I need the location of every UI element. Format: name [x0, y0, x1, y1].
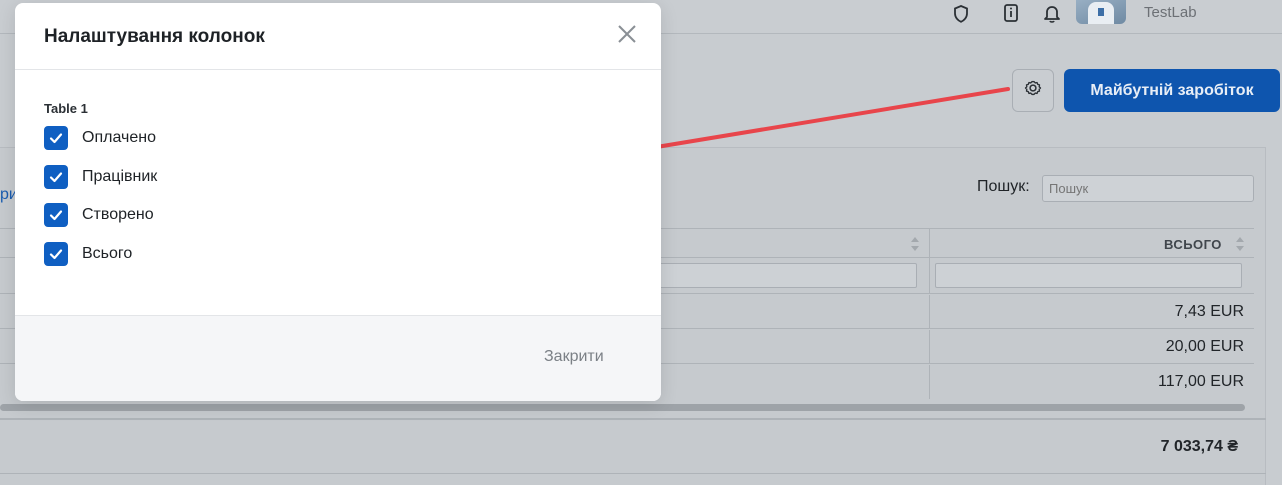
sort-icon[interactable] — [910, 236, 920, 252]
check-icon — [49, 210, 63, 221]
column-settings-button[interactable] — [1012, 69, 1054, 112]
close-button[interactable]: Закрити — [544, 348, 604, 366]
checkbox-checked[interactable] — [44, 165, 68, 189]
column-divider — [929, 365, 930, 399]
column-divider — [929, 295, 930, 328]
bell-icon[interactable] — [1035, 0, 1069, 28]
avatar[interactable] — [1076, 0, 1126, 24]
gear-icon — [1023, 78, 1043, 103]
check-icon — [49, 172, 63, 183]
column-divider — [929, 258, 930, 293]
shield-icon[interactable] — [944, 0, 978, 28]
check-icon — [49, 249, 63, 260]
total-cell: 117,00 EUR — [1158, 373, 1244, 390]
total-cell: 20,00 EUR — [1165, 338, 1244, 355]
column-divider — [929, 229, 930, 257]
check-icon — [49, 133, 63, 144]
checkbox-checked[interactable] — [44, 242, 68, 266]
column-option-paid[interactable]: Оплачено — [44, 126, 156, 150]
modal-footer: Закрити — [15, 315, 661, 401]
modal-close-button[interactable] — [615, 24, 639, 48]
column-settings-modal: Налаштування колонок Table 1 Оплачено Пр… — [15, 3, 661, 401]
search-label: Пошук: — [977, 178, 1030, 195]
total-filter-input[interactable] — [935, 263, 1242, 288]
search-input[interactable] — [1042, 175, 1254, 202]
horizontal-scrollbar[interactable] — [0, 404, 1245, 411]
column-option-label: Оплачено — [82, 129, 156, 146]
modal-title: Налаштування колонок — [44, 26, 265, 47]
modal-header: Налаштування колонок — [15, 3, 661, 70]
column-option-worker[interactable]: Працівник — [44, 165, 157, 189]
user-name[interactable]: TestLab — [1144, 4, 1197, 21]
checkbox-checked[interactable] — [44, 126, 68, 150]
future-earnings-button[interactable]: Майбутній заробіток — [1064, 69, 1280, 112]
total-cell: 7,43 EUR — [1174, 303, 1244, 320]
sort-icon[interactable] — [1235, 236, 1245, 252]
table-group-label: Table 1 — [44, 101, 88, 116]
column-option-label: Всього — [82, 245, 133, 262]
column-divider — [929, 330, 930, 363]
close-icon — [617, 24, 637, 49]
table-footer-row: 7 033,74 ₴ — [0, 418, 1266, 474]
modal-body: Table 1 Оплачено Працівник Створено Всьо… — [15, 70, 661, 315]
column-option-created[interactable]: Створено — [44, 203, 154, 227]
column-option-label: Створено — [82, 206, 154, 223]
column-option-total[interactable]: Всього — [44, 242, 132, 266]
footer-total: 7 033,74 ₴ — [1160, 438, 1238, 455]
info-icon[interactable] — [994, 0, 1028, 28]
checkbox-checked[interactable] — [44, 203, 68, 227]
column-header-total[interactable]: ВСЬОГО — [1164, 237, 1222, 252]
column-option-label: Працівник — [82, 168, 158, 185]
